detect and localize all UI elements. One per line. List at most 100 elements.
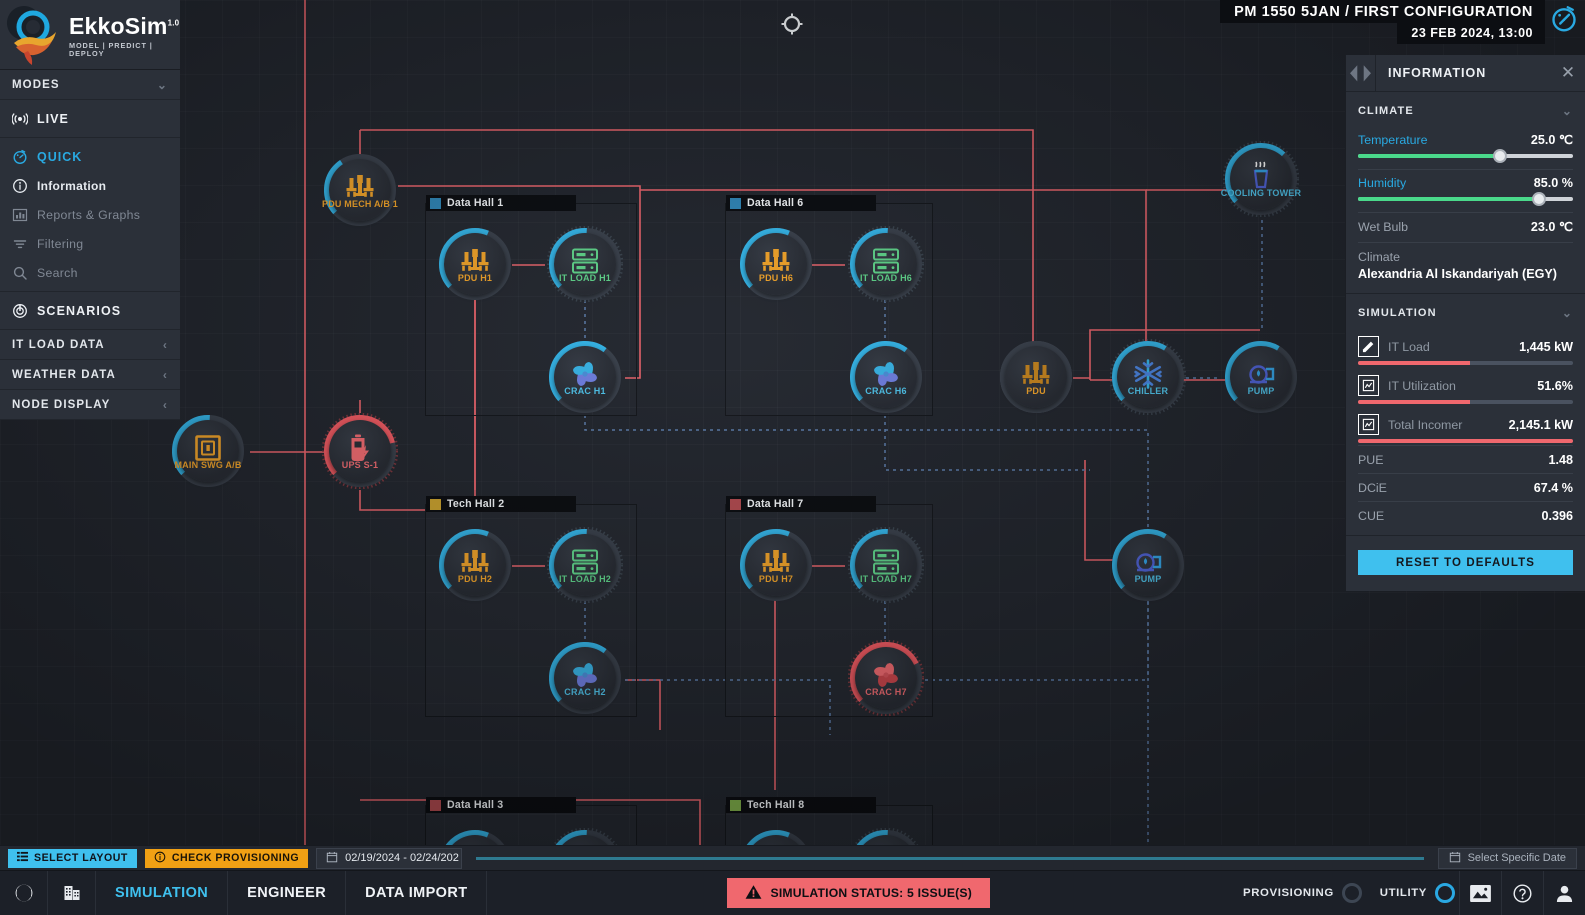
node-pdu-h7[interactable]: PDU H7 [738,527,814,603]
node-chiller[interactable]: CHILLER [1110,339,1186,415]
node-pdu-h2[interactable]: PDU H2 [437,527,513,603]
reset-to-defaults-button[interactable]: RESET TO DEFAULTS [1358,550,1573,575]
node-crac-h6[interactable]: CRAC H6 [848,339,924,415]
node-body [329,420,391,482]
node-label: IT LOAD H7 [859,574,912,584]
check-provisioning-button[interactable]: CHECK PROVISIONING [144,848,309,868]
node-it-load-h1[interactable]: IT LOAD H1 [547,226,623,302]
node-label: CRAC H2 [564,687,606,697]
app-logo[interactable]: EkkoSim1.0 MODEL | PREDICT | DEPLOY [0,0,180,70]
humidity-slider[interactable] [1358,192,1573,206]
quick-mode-icon[interactable] [1549,4,1579,34]
collapse-panel-icon[interactable] [1346,55,1376,91]
simulation-section-label: SIMULATION [1358,307,1437,319]
info-circle-icon [154,851,166,866]
ratio-row: PUE 1.48 [1358,445,1573,473]
humidity-value: 85.0 % [1533,176,1573,190]
tab-data-import[interactable]: DATA IMPORT [346,870,488,915]
meter-icon[interactable] [1358,375,1379,396]
provisioning-toggle[interactable] [1341,883,1362,903]
sidebar-section-modes[interactable]: MODES ⌄ [0,70,180,100]
node-main-swg-a-b[interactable]: MAIN SWG A/B [170,413,246,489]
user-icon[interactable] [1543,870,1585,915]
sidebar-item-information[interactable]: Information [0,171,180,200]
sidebar-group-scenarios: SCENARIOS [0,292,180,330]
climate-location-row[interactable]: Climate Alexandria Al Iskandariyah (EGY) [1358,243,1573,293]
utility-label: UTILITY [1379,887,1428,899]
group-label[interactable]: Data Hall 7 [726,496,876,512]
simulation-status-badge[interactable]: SIMULATION STATUS: 5 ISSUE(S) [726,878,990,908]
group-label[interactable]: Data Hall 1 [426,195,576,211]
node-pdu[interactable]: PDU [998,339,1074,415]
timeline-slider[interactable] [476,856,1424,860]
pencil-edit-icon[interactable] [1358,336,1379,357]
bar-chart-icon [12,207,28,223]
group-label[interactable]: Tech Hall 8 [726,797,876,813]
select-layout-button[interactable]: SELECT LAYOUT [8,848,137,868]
node-pdu-h6[interactable]: PDU H6 [738,226,814,302]
group-swatch-icon [430,197,441,209]
calendar-icon [1449,851,1461,866]
simulation-status-label: SIMULATION STATUS: 5 ISSUE(S) [770,886,972,900]
node-body [745,534,807,596]
utility-toggle[interactable] [1435,883,1456,903]
nav-spacer-left [487,871,726,915]
sidebar-section-weather-data[interactable]: WEATHER DATA ‹ [0,360,180,390]
simulation-ratios: PUE 1.48 DCiE 67.4 % CUE 0.396 [1346,445,1585,529]
quick-gauge-icon [12,149,28,165]
node-pump[interactable]: PUMP [1223,339,1299,415]
node-it-load-h7[interactable]: IT LOAD H7 [848,527,924,603]
node-it-load-h6[interactable]: IT LOAD H6 [848,226,924,302]
wet-bulb-value: 23.0 ℃ [1530,220,1573,234]
sidebar-section-label: IT LOAD DATA [12,338,105,351]
help-circle-icon[interactable] [1501,870,1543,915]
node-label: PUMP [1134,574,1162,584]
node-crac-h7[interactable]: CRAC H7 [848,640,924,716]
group-label[interactable]: Data Hall 3 [426,797,576,813]
temperature-slider[interactable] [1358,149,1573,163]
tab-engineer[interactable]: ENGINEER [228,870,347,915]
image-icon[interactable] [1459,870,1501,915]
nav-right-group: PROVISIONING UTILITY [1229,870,1585,915]
sidebar-item-search[interactable]: Search [0,258,180,287]
select-specific-date-button[interactable]: Select Specific Date [1437,847,1577,869]
select-layout-label: SELECT LAYOUT [34,852,128,864]
globe-icon[interactable] [0,870,48,915]
climate-section-header[interactable]: CLIMATE ⌄ [1346,92,1585,126]
group-label[interactable]: Tech Hall 2 [426,496,576,512]
sidebar-section-it-load-data[interactable]: IT LOAD DATA ‹ [0,330,180,360]
sidebar-item-filtering[interactable]: Filtering [0,229,180,258]
meter-icon[interactable] [1358,414,1379,435]
sidebar-item-scenarios[interactable]: SCENARIOS [0,296,180,325]
chevron-left-icon: ‹ [162,337,168,352]
sidebar-item-quick[interactable]: QUICK [0,142,180,171]
sidebar-section-node-display[interactable]: NODE DISPLAY ‹ [0,390,180,420]
close-icon[interactable]: ✕ [1551,63,1585,83]
node-pdu-mech-a-b-1[interactable]: PDU MECH A/B 1 [322,152,398,228]
wet-bulb-row: Wet Bulb 23.0 ℃ [1358,213,1573,236]
node-pdu-h1[interactable]: PDU H1 [437,226,513,302]
node-ups-s-1[interactable]: UPS S-1 [322,413,398,489]
sidebar-item-reports-graphs[interactable]: Reports & Graphs [0,200,180,229]
building-icon[interactable] [48,870,96,915]
sidebar-item-label: SCENARIOS [37,303,122,318]
node-body [855,233,917,295]
compass-icon[interactable] [780,12,804,36]
node-it-load-h2[interactable]: IT LOAD H2 [547,527,623,603]
slider-knob[interactable] [1492,149,1507,163]
ratio-value: 0.396 [1541,509,1573,523]
warning-triangle-icon [745,884,762,903]
node-crac-h1[interactable]: CRAC H1 [547,339,623,415]
simulation-section-header[interactable]: SIMULATION ⌄ [1346,293,1585,328]
node-cooling-tower[interactable]: COOLING TOWER [1221,141,1301,217]
node-pump[interactable]: PUMP [1110,527,1186,603]
tab-simulation[interactable]: SIMULATION [96,870,229,915]
node-label: CRAC H6 [865,386,907,396]
sidebar-item-live[interactable]: LIVE [0,104,180,133]
date-range-input[interactable]: 02/19/2024 - 02/24/202 [316,847,463,869]
node-label: PDU H7 [758,574,794,584]
node-crac-h2[interactable]: CRAC H2 [547,640,623,716]
node-body [1117,346,1179,408]
group-label[interactable]: Data Hall 6 [726,195,876,211]
slider-knob[interactable] [1531,192,1546,206]
